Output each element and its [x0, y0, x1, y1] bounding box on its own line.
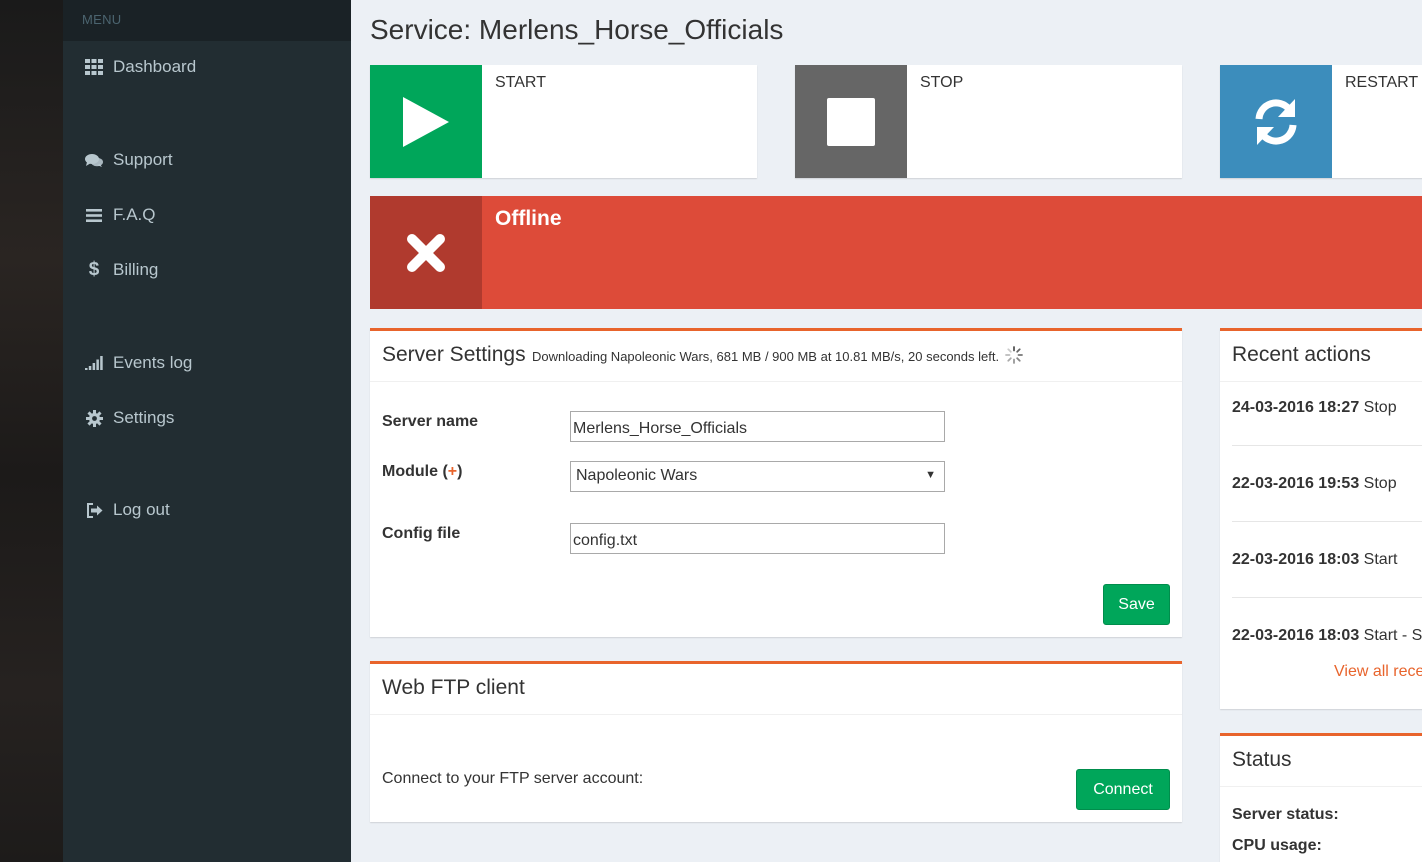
server-settings-header: Server Settings Downloading Napoleonic W… [370, 331, 1182, 382]
status-banner-text: Offline [495, 207, 562, 230]
config-file-input[interactable] [570, 523, 945, 554]
play-icon [370, 65, 482, 178]
status-title: Status [1232, 748, 1292, 771]
sidebar-item-logout[interactable]: Log out [63, 492, 351, 528]
sidebar-item-label: F.A.Q [113, 205, 156, 224]
cpu-usage-label: CPU usage: [1232, 837, 1322, 854]
stop-label: STOP [920, 74, 964, 91]
module-plus: + [447, 463, 458, 480]
sidebar-item-label: Support [113, 150, 173, 169]
recent-action-item: 24-03-2016 18:27 Stop [1232, 399, 1397, 416]
sidebar: MENU Dashboard Support F.A.Q $ Billing E… [63, 0, 351, 862]
status-panel: Status Server status: CPU usage: [1220, 733, 1422, 862]
server-settings-panel: Server Settings Downloading Napoleonic W… [370, 328, 1182, 637]
divider [1232, 521, 1422, 522]
restart-button[interactable]: RESTART [1220, 65, 1422, 178]
refresh-icon [1220, 65, 1332, 178]
recent-actions-panel: Recent actions 24-03-2016 18:27 Stop 22-… [1220, 328, 1422, 709]
page-title: Service: Merlens_Horse_Officials [370, 14, 784, 45]
start-button[interactable]: START [370, 65, 757, 178]
web-ftp-header: Web FTP client [370, 664, 1182, 715]
web-ftp-panel: Web FTP client Connect to your FTP serve… [370, 661, 1182, 822]
config-file-label: Config file [382, 525, 461, 542]
sidebar-item-support[interactable]: Support [63, 142, 351, 178]
close-icon [370, 196, 482, 309]
server-status-label: Server status: [1232, 806, 1339, 823]
module-selected-value: Napoleonic Wars [576, 467, 698, 484]
sidebar-item-label: Dashboard [113, 57, 197, 76]
bars-icon [84, 208, 104, 222]
module-select[interactable]: Napoleonic Wars ▼ [570, 461, 945, 492]
recent-actions-header: Recent actions [1220, 331, 1422, 382]
stop-button[interactable]: STOP [795, 65, 1182, 178]
divider [1232, 597, 1422, 598]
start-label: START [495, 74, 546, 91]
grid-icon [84, 59, 104, 75]
sign-out-icon [84, 502, 104, 518]
sidebar-item-settings[interactable]: Settings [63, 400, 351, 436]
sidebar-item-label: Settings [113, 408, 175, 427]
web-ftp-title: Web FTP client [382, 676, 525, 699]
view-all-link[interactable]: View all rece [1334, 663, 1422, 681]
sidebar-item-faq[interactable]: F.A.Q [63, 197, 351, 233]
loading-spinner-icon [1004, 346, 1023, 369]
sidebar-item-dashboard[interactable]: Dashboard [63, 49, 351, 85]
status-banner: Offline [370, 196, 1422, 309]
sidebar-item-label: Events log [113, 353, 193, 372]
caret-down-icon: ▼ [925, 469, 936, 481]
server-name-label: Server name [382, 413, 479, 430]
recent-actions-title: Recent actions [1232, 343, 1371, 366]
ftp-description: Connect to your FTP server account: [382, 770, 644, 787]
restart-label: RESTART [1345, 74, 1419, 91]
gear-icon [84, 409, 104, 427]
connect-button[interactable]: Connect [1076, 769, 1170, 810]
server-name-input[interactable] [570, 411, 945, 442]
signal-icon [84, 356, 104, 370]
status-header: Status [1220, 736, 1422, 787]
recent-action-item: 22-03-2016 19:53 Stop [1232, 475, 1397, 492]
server-settings-title: Server Settings [382, 343, 526, 366]
comments-icon [84, 153, 104, 168]
sidebar-item-billing[interactable]: $ Billing [63, 252, 351, 288]
sidebar-item-label: Log out [113, 500, 170, 519]
main-content: Service: Merlens_Horse_Officials START S… [351, 0, 1422, 862]
save-button[interactable]: Save [1103, 584, 1170, 625]
background-image [0, 0, 63, 862]
module-label: Module (+) [382, 463, 463, 480]
recent-action-item: 22-03-2016 18:03 Start - S [1232, 627, 1422, 644]
dollar-icon: $ [88, 259, 100, 280]
menu-header: MENU [63, 0, 351, 41]
stop-icon [795, 65, 907, 178]
recent-action-item: 22-03-2016 18:03 Start [1232, 551, 1398, 568]
download-status: Downloading Napoleonic Wars, 681 MB / 90… [532, 349, 1000, 364]
divider [1232, 445, 1422, 446]
sidebar-item-events-log[interactable]: Events log [63, 345, 351, 381]
sidebar-item-label: Billing [113, 260, 159, 279]
